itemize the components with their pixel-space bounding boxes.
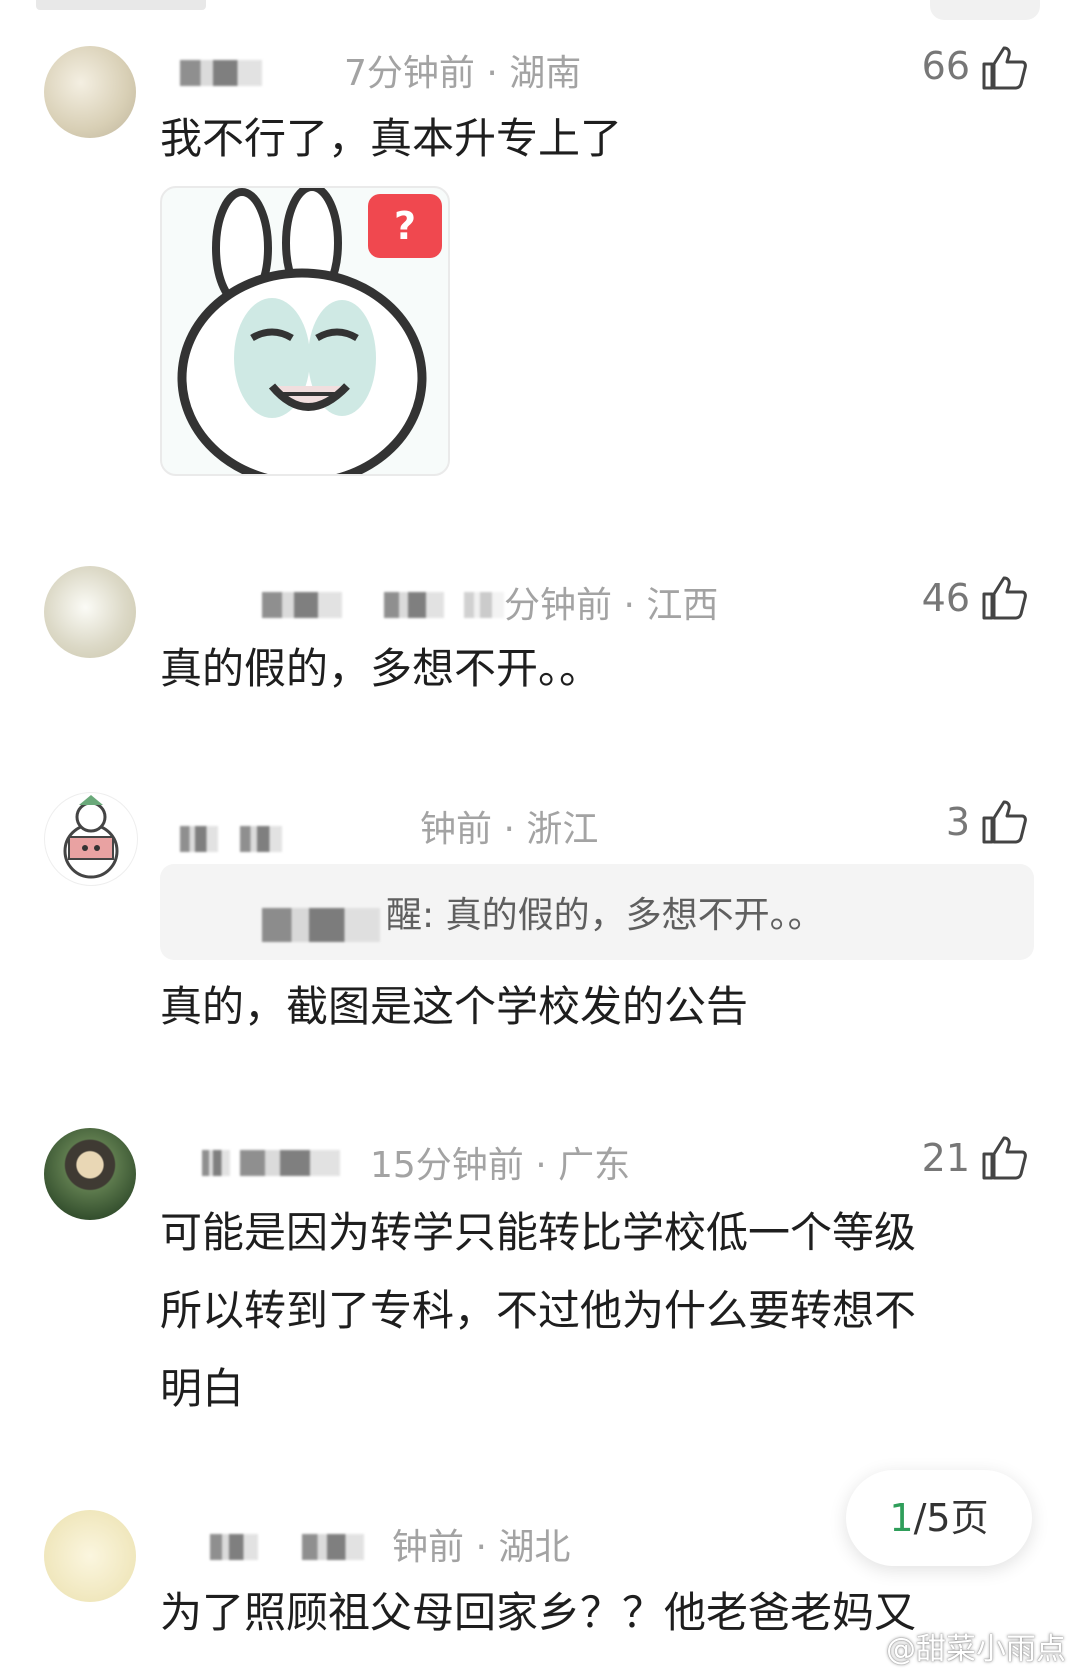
username-redacted[interactable] — [180, 826, 218, 852]
comment-text-line: 可能是因为转学只能转比学校低一个等级 — [160, 1208, 917, 1257]
comment-text: 真的，截图是这个学校发的公告 — [160, 982, 749, 1031]
watermark: @甜菜小雨点 — [886, 1632, 1066, 1667]
thumbs-up-icon[interactable] — [980, 44, 1028, 92]
thumbs-up-icon[interactable] — [980, 1134, 1028, 1182]
user-avatar[interactable] — [44, 566, 136, 658]
username-redacted[interactable] — [202, 1150, 230, 1176]
cut-off-header-text — [36, 0, 206, 10]
comment-meta: 分钟前 · 江西 — [504, 585, 719, 626]
snowman-avatar-icon — [63, 795, 119, 879]
pager-total: /5页 — [913, 1496, 989, 1540]
comment-text-line: 明白 — [160, 1364, 245, 1413]
comment-meta: 钟前 · 湖北 — [392, 1527, 571, 1568]
quoted-username-redacted — [262, 908, 380, 942]
comment-text: 我不行了，真本升专上了 — [160, 114, 623, 163]
comment-text: 可能是因为转学只能转比学校低一个等级 所以转到了专科，不过他为什么要转想不 明白 — [160, 1194, 1030, 1428]
like-count: 46 — [921, 576, 970, 620]
comment-text-line: 所以转到了专科，不过他为什么要转想不 — [160, 1286, 917, 1335]
comment-meta: 15分钟前 · 广东 — [370, 1145, 631, 1186]
username-redacted[interactable] — [240, 826, 282, 852]
like-count: 21 — [921, 1136, 970, 1180]
page-indicator-button[interactable]: 1/5页 — [846, 1470, 1032, 1566]
sticker-image[interactable]: ? — [160, 186, 450, 476]
question-badge: ? — [368, 194, 442, 258]
user-avatar[interactable] — [44, 46, 136, 138]
username-redacted[interactable] — [262, 592, 342, 618]
username-redacted[interactable] — [384, 592, 444, 618]
like-count: 66 — [921, 44, 970, 88]
reply-quote-box[interactable]: 醒: 真的假的，多想不开。。 — [160, 864, 1034, 960]
comment-meta: 7分钟前 · 湖南 — [344, 53, 582, 94]
user-avatar[interactable] — [44, 792, 138, 886]
cut-off-header-button[interactable] — [930, 0, 1040, 20]
user-avatar[interactable] — [44, 1510, 136, 1602]
thumbs-up-icon[interactable] — [980, 574, 1028, 622]
pager-current: 1 — [889, 1496, 914, 1540]
comment-text: 真的假的，多想不开。。 — [160, 644, 602, 693]
username-redacted[interactable] — [464, 592, 504, 618]
quoted-text: 醒: 真的假的，多想不开。。 — [386, 895, 824, 936]
thumbs-up-icon[interactable] — [980, 798, 1028, 846]
username-redacted[interactable] — [302, 1534, 364, 1560]
like-count: 3 — [945, 800, 970, 844]
username-redacted[interactable] — [210, 1534, 258, 1560]
user-avatar[interactable] — [44, 1128, 136, 1220]
comment-meta: 钟前 · 浙江 — [420, 809, 599, 850]
top-partial-bar — [0, 0, 1080, 24]
username-redacted[interactable] — [180, 60, 262, 86]
username-redacted[interactable] — [240, 1150, 340, 1176]
